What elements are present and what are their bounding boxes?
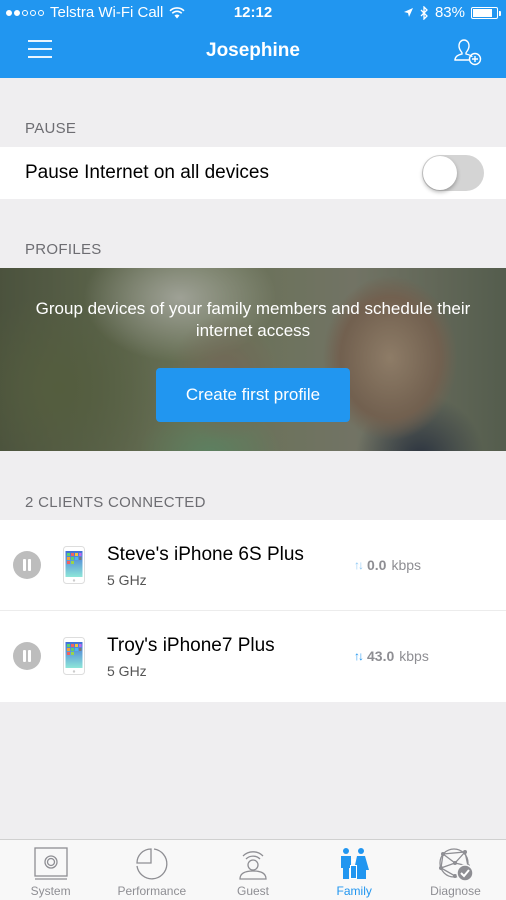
network-check-icon xyxy=(439,848,475,882)
tab-bar: System Performance Guest Family Diagnose xyxy=(0,839,506,900)
toggle-knob xyxy=(423,156,457,190)
tab-label: Performance xyxy=(117,884,187,898)
pause-client-button[interactable] xyxy=(13,642,41,670)
client-name: Steve's iPhone 6S Plus xyxy=(107,544,304,565)
banner-photo-overlay xyxy=(0,268,506,451)
client-row[interactable]: Troy's iPhone7 Plus 5 GHz ↑↓ 43.0 kbps xyxy=(0,611,506,702)
tab-system[interactable]: System xyxy=(0,840,101,900)
banner-description: Group devices of your family members and… xyxy=(35,299,471,340)
tab-family[interactable]: Family xyxy=(304,840,405,900)
phone-icon xyxy=(63,546,85,584)
battery-percent: 83% xyxy=(434,4,465,21)
pie-chart-icon xyxy=(136,848,168,880)
phone-icon xyxy=(63,637,85,675)
pause-all-row: Pause Internet on all devices xyxy=(0,147,506,199)
tab-label: Guest xyxy=(237,884,270,898)
status-bar: Telstra Wi-Fi Call 12:12 83% xyxy=(0,0,506,26)
guest-wifi-icon xyxy=(239,851,267,880)
top-bar: Telstra Wi-Fi Call 12:12 83% Josephine xyxy=(0,0,506,78)
battery-icon xyxy=(471,6,501,19)
tab-diagnose[interactable]: Diagnose xyxy=(405,840,506,900)
location-arrow-icon xyxy=(403,8,413,17)
pause-section-label: PAUSE xyxy=(25,120,77,137)
client-row[interactable]: Steve's iPhone 6S Plus 5 GHz ↑↓ 0.0 kbps xyxy=(0,520,506,611)
pause-client-button[interactable] xyxy=(13,551,41,579)
clients-section-label: 2 CLIENTS CONNECTED xyxy=(25,494,206,511)
bluetooth-icon xyxy=(420,5,428,20)
create-first-profile-button[interactable]: Create first profile xyxy=(156,368,350,422)
family-icon xyxy=(341,848,370,879)
client-name: Troy's iPhone7 Plus xyxy=(107,635,275,656)
client-rate-value: 43.0 xyxy=(367,648,395,664)
page-title: Josephine xyxy=(206,40,300,61)
client-band: 5 GHz xyxy=(107,663,147,679)
tab-label: Family xyxy=(336,884,372,898)
profiles-section-label: PROFILES xyxy=(25,241,102,258)
pause-all-toggle[interactable] xyxy=(422,155,484,191)
client-rate-value: 0.0 xyxy=(367,557,387,573)
client-band: 5 GHz xyxy=(107,572,147,588)
battery-fill xyxy=(473,8,493,17)
client-rate: ↑↓ 43.0 kbps xyxy=(354,648,429,664)
tab-label: System xyxy=(30,884,71,898)
client-rate-unit: kbps xyxy=(399,648,429,664)
client-rate-unit: kbps xyxy=(391,557,422,573)
profiles-banner: Group devices of your family members and… xyxy=(0,268,506,451)
tab-guest[interactable]: Guest xyxy=(202,840,303,900)
client-rate: ↑↓ 0.0 kbps xyxy=(354,557,421,573)
upload-download-arrows-icon: ↑↓ xyxy=(354,649,364,663)
tab-performance[interactable]: Performance xyxy=(101,840,202,900)
add-user-button[interactable] xyxy=(452,34,484,66)
clients-list: Steve's iPhone 6S Plus 5 GHz ↑↓ 0.0 kbps… xyxy=(0,520,506,702)
router-icon xyxy=(33,847,68,880)
tab-label: Diagnose xyxy=(430,884,481,898)
status-right: 83% xyxy=(403,4,501,21)
pause-all-label: Pause Internet on all devices xyxy=(25,162,269,183)
upload-download-arrows-icon: ↑↓ xyxy=(354,558,364,572)
add-user-icon xyxy=(454,39,482,66)
